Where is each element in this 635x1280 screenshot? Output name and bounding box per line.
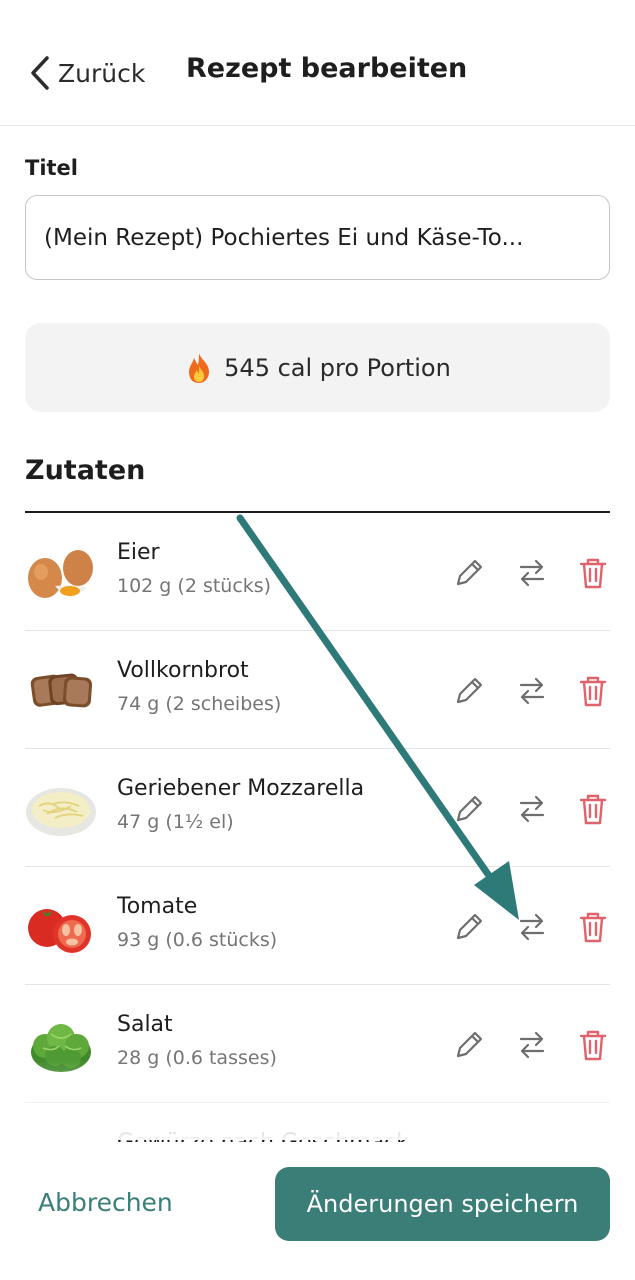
ingredient-name: Salat	[117, 1012, 173, 1037]
trash-icon[interactable]	[576, 792, 610, 826]
ingredient-row[interactable]: Salat 28 g (0.6 tasses)	[25, 985, 610, 1103]
ingredient-quantity: 28 g (0.6 tasses)	[117, 1047, 277, 1069]
back-label: Zurück	[58, 58, 146, 88]
pencil-icon[interactable]	[452, 910, 486, 944]
ingredient-name: Eier	[117, 540, 160, 565]
ingredient-quantity: 47 g (1½ el)	[117, 811, 234, 833]
tomato-image	[28, 909, 91, 953]
ingredient-row[interactable]: Vollkornbrot 74 g (2 scheibes)	[25, 631, 610, 749]
pencil-icon[interactable]	[452, 792, 486, 826]
fire-icon	[189, 352, 210, 383]
trash-icon[interactable]	[576, 674, 610, 708]
back-button[interactable]: Zurück	[28, 52, 145, 94]
lettuce-image	[31, 1024, 91, 1072]
swap-arrows-icon[interactable]	[515, 910, 549, 944]
trash-icon[interactable]	[576, 910, 610, 944]
cancel-button[interactable]: Abbrechen	[38, 1188, 173, 1217]
ingredient-row[interactable]: Eier 102 g (2 stücks)	[25, 513, 610, 631]
ingredient-name: Geriebener Mozzarella	[117, 776, 365, 801]
pencil-icon[interactable]	[452, 556, 486, 590]
eggs-image	[28, 550, 93, 598]
ingredient-list: Eier 102 g (2 stücks) Vollkornbrot 74 g …	[25, 513, 610, 1221]
pencil-icon[interactable]	[452, 674, 486, 708]
mozzarella-image	[26, 788, 96, 836]
top-bar: Zurück Rezept bearbeiten	[0, 0, 635, 126]
ingredient-name: Vollkornbrot	[117, 658, 249, 683]
calories-text: 545 cal pro Portion	[224, 353, 451, 382]
ingredient-row[interactable]: Geriebener Mozzarella 47 g (1½ el)	[25, 749, 610, 867]
swap-arrows-icon[interactable]	[515, 792, 549, 826]
ingredient-quantity: 102 g (2 stücks)	[117, 575, 272, 597]
calories-banner: 545 cal pro Portion	[25, 323, 610, 412]
swap-arrows-icon[interactable]	[515, 1028, 549, 1062]
save-changes-button[interactable]: Änderungen speichern	[275, 1167, 610, 1241]
swap-arrows-icon[interactable]	[515, 674, 549, 708]
ingredient-quantity: 74 g (2 scheibes)	[117, 693, 282, 715]
title-field-label: Titel	[25, 156, 79, 180]
ingredients-heading: Zutaten	[25, 455, 146, 486]
ingredient-name: Tomate	[117, 894, 198, 919]
trash-icon[interactable]	[576, 556, 610, 590]
swap-arrows-icon[interactable]	[515, 556, 549, 590]
bread-image	[30, 673, 93, 708]
pencil-icon[interactable]	[452, 1028, 486, 1062]
chevron-left-icon	[31, 56, 49, 90]
page-title: Rezept bearbeiten	[186, 53, 468, 84]
ingredient-row[interactable]: Tomate 93 g (0.6 stücks)	[25, 867, 610, 985]
ingredient-quantity: 93 g (0.6 stücks)	[117, 929, 278, 951]
trash-icon[interactable]	[576, 1028, 610, 1062]
title-input[interactable]: (Mein Rezept) Pochiertes Ei und Käse-To.…	[25, 195, 610, 280]
bottom-action-bar: Abbrechen Änderungen speichern	[0, 1142, 635, 1280]
